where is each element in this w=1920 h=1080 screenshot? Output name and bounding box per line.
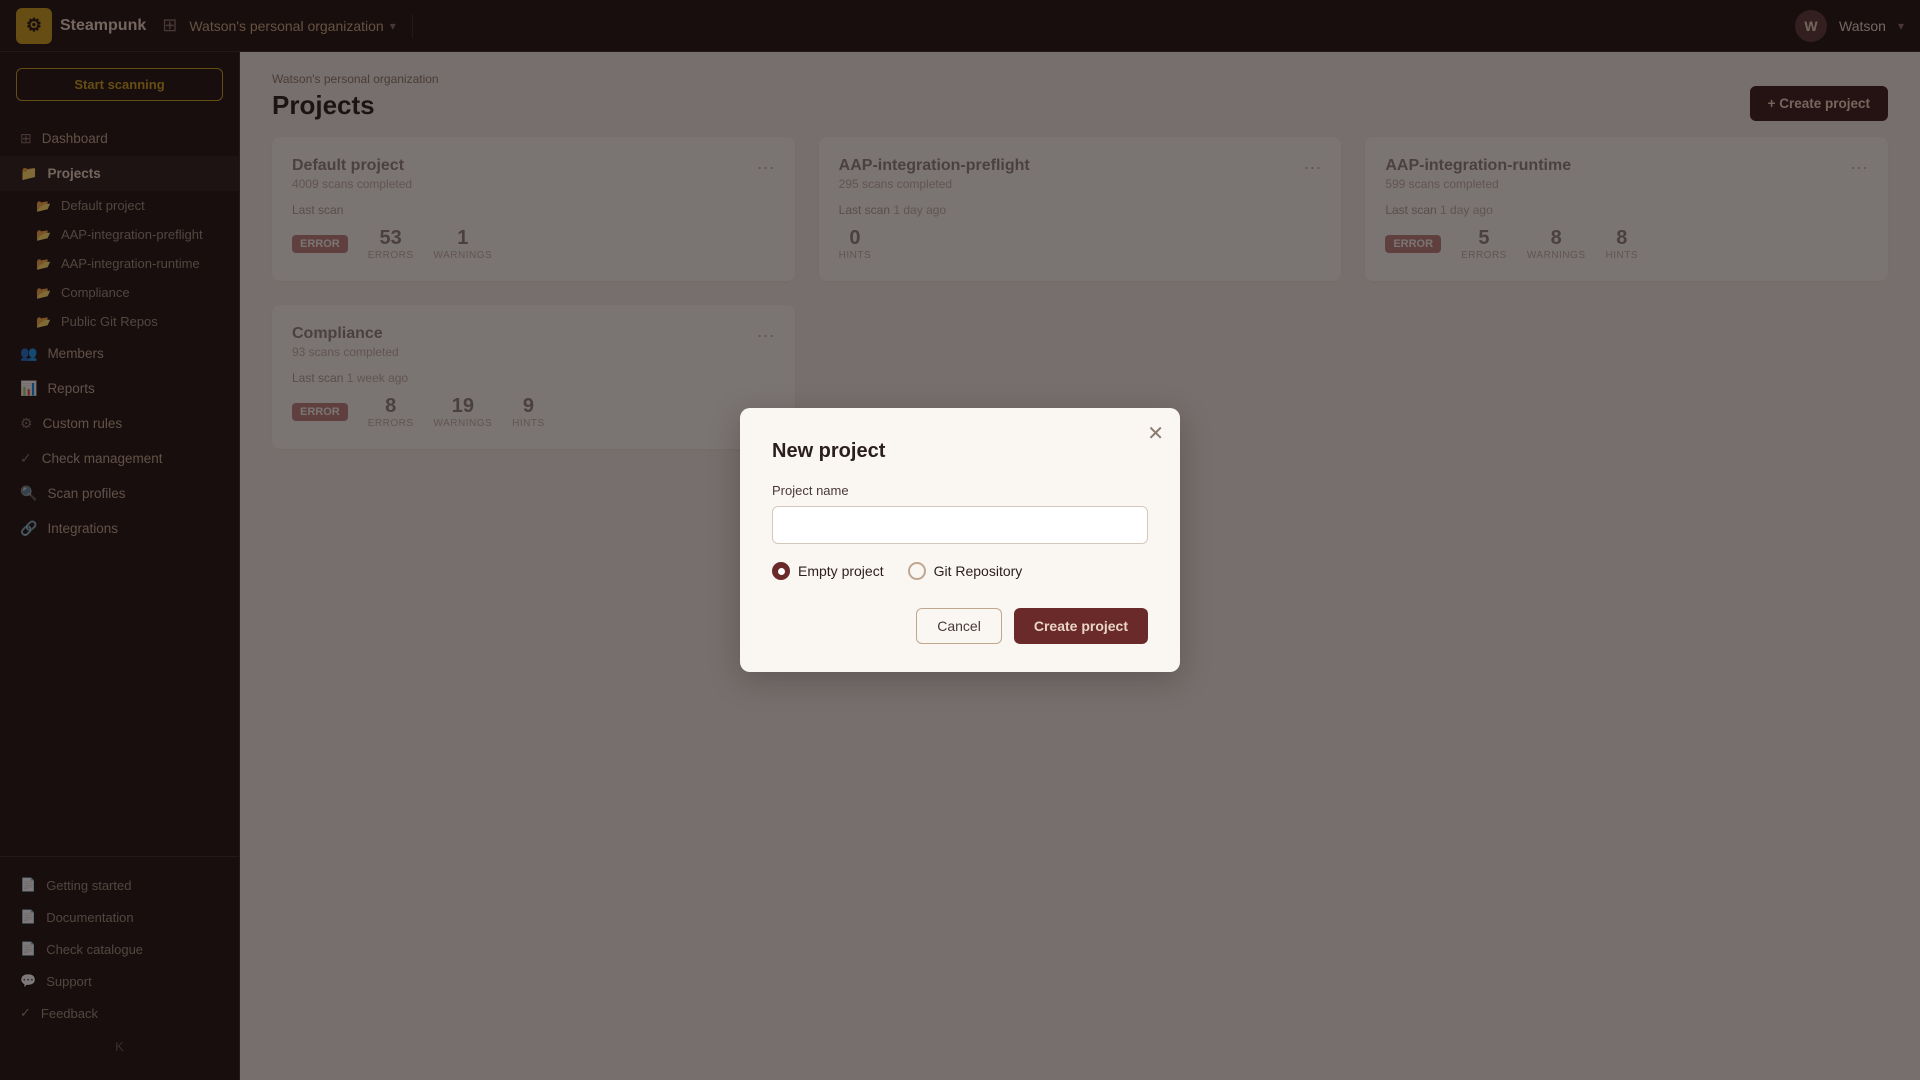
radio-empty-label: Empty project	[798, 563, 884, 579]
radio-circle-git	[908, 562, 926, 580]
create-project-button[interactable]: Create project	[1014, 608, 1148, 644]
project-name-label: Project name	[772, 483, 1148, 498]
radio-git-repository[interactable]: Git Repository	[908, 562, 1023, 580]
modal-actions: Cancel Create project	[772, 608, 1148, 644]
cancel-button[interactable]: Cancel	[916, 608, 1002, 644]
modal-title: New project	[772, 440, 1148, 463]
radio-empty-project[interactable]: Empty project	[772, 562, 884, 580]
modal-overlay: ✕ New project Project name Empty project…	[0, 0, 1920, 1080]
project-name-input[interactable]	[772, 506, 1148, 544]
project-type-radio-group: Empty project Git Repository	[772, 562, 1148, 580]
radio-circle-empty	[772, 562, 790, 580]
new-project-modal: ✕ New project Project name Empty project…	[740, 408, 1180, 672]
radio-git-label: Git Repository	[934, 563, 1023, 579]
modal-close-button[interactable]: ✕	[1147, 424, 1164, 444]
